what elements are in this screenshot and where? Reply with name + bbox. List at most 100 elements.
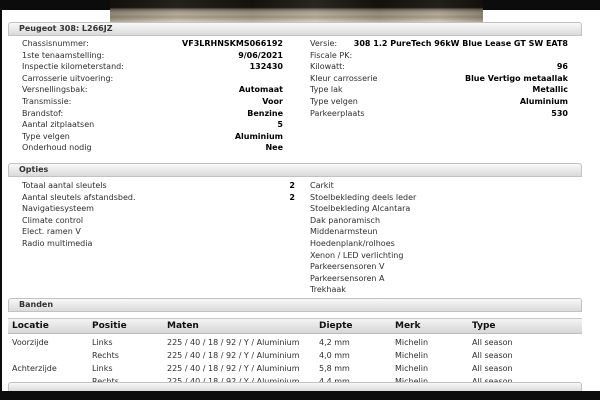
- detail-row: Versie:308 1.2 PureTech 96kW Blue Lease …: [310, 38, 568, 50]
- detail-label: Type velgen: [22, 131, 70, 143]
- left-black-edge: [0, 10, 2, 400]
- option-label: Hoedenplank/rolhoes: [310, 238, 395, 250]
- option-label: Middenarmsteun: [310, 226, 377, 238]
- opties-left-column: Totaal aantal sleutels 2 Aantal sleutels …: [22, 180, 295, 250]
- cell-merk: Michelin: [395, 349, 428, 362]
- detail-row: Type lakMetallic: [310, 84, 568, 96]
- detail-row: Versnellingsbak:Automaat: [22, 84, 283, 96]
- cell-maten: 225 / 40 / 18 / 92 / Y / Aluminium: [167, 349, 300, 362]
- detail-label: Parkeerplaats: [310, 108, 365, 120]
- detail-label: Kleur carrosserie: [310, 73, 377, 85]
- detail-value: 308 1.2 PureTech 96kW Blue Lease GT SW E…: [348, 38, 568, 50]
- cell-positie: Links: [92, 336, 113, 349]
- option-label: Aantal sleutels afstandsbed.: [22, 192, 136, 204]
- vehicle-detail-page: { "page_header": { "title": "Peugeot 308…: [0, 0, 600, 400]
- detail-value: Blue Vertigo metaallak: [459, 73, 568, 85]
- option-value: [289, 238, 295, 250]
- detail-value: [277, 73, 283, 85]
- page-title: Peugeot 308: L266JZ: [19, 24, 113, 33]
- option-label: Climate control: [22, 215, 83, 227]
- column-header-type: Type: [472, 319, 495, 334]
- cell-maten: 225 / 40 / 18 / 92 / Y / Aluminium: [167, 362, 300, 375]
- option-row: Stoelbekleding deels leder: [310, 192, 568, 204]
- vehicle-photo-strip: [110, 0, 483, 22]
- detail-row: Parkeerplaats530: [310, 108, 568, 120]
- detail-label: Onderhoud nodig: [22, 142, 92, 154]
- cell-type: All season: [472, 336, 513, 349]
- cell-locatie: Achterzijde: [12, 362, 57, 375]
- option-row: Trekhaak: [310, 284, 568, 296]
- detail-label: Aantal zitplaatsen: [22, 119, 94, 131]
- detail-value: Automaat: [233, 84, 283, 96]
- option-value: 2: [283, 180, 295, 192]
- option-value: [289, 203, 295, 215]
- cell-merk: Michelin: [395, 362, 428, 375]
- option-row: Climate control: [22, 215, 295, 227]
- tire-table-header: Locatie Positie Maten Diepte Merk Type: [8, 318, 582, 334]
- option-label: Xenon / LED verlichting: [310, 250, 403, 262]
- detail-label: 1ste tenaamstelling:: [22, 50, 104, 62]
- option-row: Hoedenplank/rolhoes: [310, 238, 568, 250]
- cell-diepte: 4,0 mm: [319, 349, 350, 362]
- option-row: Carkit: [310, 180, 568, 192]
- option-value: [289, 215, 295, 227]
- detail-row: Carrosserie uitvoering:: [22, 73, 283, 85]
- option-row: Totaal aantal sleutels 2: [22, 180, 295, 192]
- detail-label: Transmissie:: [22, 96, 71, 108]
- detail-label: Type lak: [310, 84, 343, 96]
- option-label: Carkit: [310, 180, 334, 192]
- column-header-merk: Merk: [395, 319, 420, 334]
- detail-value: Aluminium: [514, 96, 568, 108]
- detail-row: Transmissie: Voor: [22, 96, 283, 108]
- detail-row: Onderhoud nodigNee: [22, 142, 283, 154]
- cell-diepte: 5,8 mm: [319, 362, 350, 375]
- cell-maten: 225 / 40 / 18 / 92 / Y / Aluminium: [167, 336, 300, 349]
- option-label: Navigatiesysteem: [22, 203, 94, 215]
- detail-row: Type velgen Aluminium: [22, 131, 283, 143]
- option-label: Dak panoramisch: [310, 215, 380, 227]
- cell-type: All season: [472, 349, 513, 362]
- detail-value: VF3LRHNSKMS066192: [176, 38, 283, 50]
- option-label: Elect. ramen V: [22, 226, 81, 238]
- detail-value: Voor: [256, 96, 283, 108]
- detail-row: Fiscale PK:: [310, 50, 568, 62]
- detail-label: Carrosserie uitvoering:: [22, 73, 113, 85]
- page-title-bar: Peugeot 308: L266JZ: [8, 22, 582, 36]
- cell-diepte: 4,2 mm: [319, 336, 350, 349]
- detail-value: Benzine: [241, 108, 283, 120]
- option-row: Dak panoramisch: [310, 215, 568, 227]
- detail-row: Chassisnummer:VF3LRHNSKMS066192: [22, 38, 283, 50]
- banden-section-title: Banden: [19, 300, 53, 309]
- option-row: Aantal sleutels afstandsbed. 2: [22, 192, 295, 204]
- table-row: Voorzijde Links 225 / 40 / 18 / 92 / Y /…: [8, 336, 582, 349]
- detail-row: Kleur carrosserie Blue Vertigo metaallak: [310, 73, 568, 85]
- cell-locatie: Voorzijde: [12, 336, 49, 349]
- detail-label: Type velgen: [310, 96, 358, 108]
- cell-positie: Links: [92, 362, 113, 375]
- detail-value: 132430: [244, 61, 283, 73]
- option-label: Radio multimedia: [22, 238, 92, 250]
- option-row: Navigatiesysteem: [22, 203, 295, 215]
- column-header-diepte: Diepte: [319, 319, 353, 334]
- option-value: 2: [283, 192, 295, 204]
- column-header-positie: Positie: [92, 319, 127, 334]
- detail-row: Type velgen Aluminium: [310, 96, 568, 108]
- opties-section-title: Opties: [19, 165, 48, 174]
- option-row: Middenarmsteun: [310, 226, 568, 238]
- option-row: Parkeersensoren V: [310, 261, 568, 273]
- table-row: Rechts 225 / 40 / 18 / 92 / Y / Aluminiu…: [8, 349, 582, 362]
- option-row: Elect. ramen V: [22, 226, 295, 238]
- detail-value: 96: [551, 61, 568, 73]
- detail-label: Kilowatt:: [310, 61, 345, 73]
- detail-label: Inspectie kilometerstand:: [22, 61, 124, 73]
- column-header-maten: Maten: [167, 319, 199, 334]
- option-label: Stoelbekleding Alcantara: [310, 203, 410, 215]
- detail-value: 5: [271, 119, 283, 131]
- option-label: Trekhaak: [310, 284, 346, 296]
- detail-value: Aluminium: [229, 131, 283, 143]
- detail-row: Kilowatt: 96: [310, 61, 568, 73]
- option-label: Parkeersensoren A: [310, 273, 384, 285]
- detail-label: Fiscale PK:: [310, 50, 352, 62]
- option-label: Totaal aantal sleutels: [22, 180, 107, 192]
- detail-row: 1ste tenaamstelling:9/06/2021: [22, 50, 283, 62]
